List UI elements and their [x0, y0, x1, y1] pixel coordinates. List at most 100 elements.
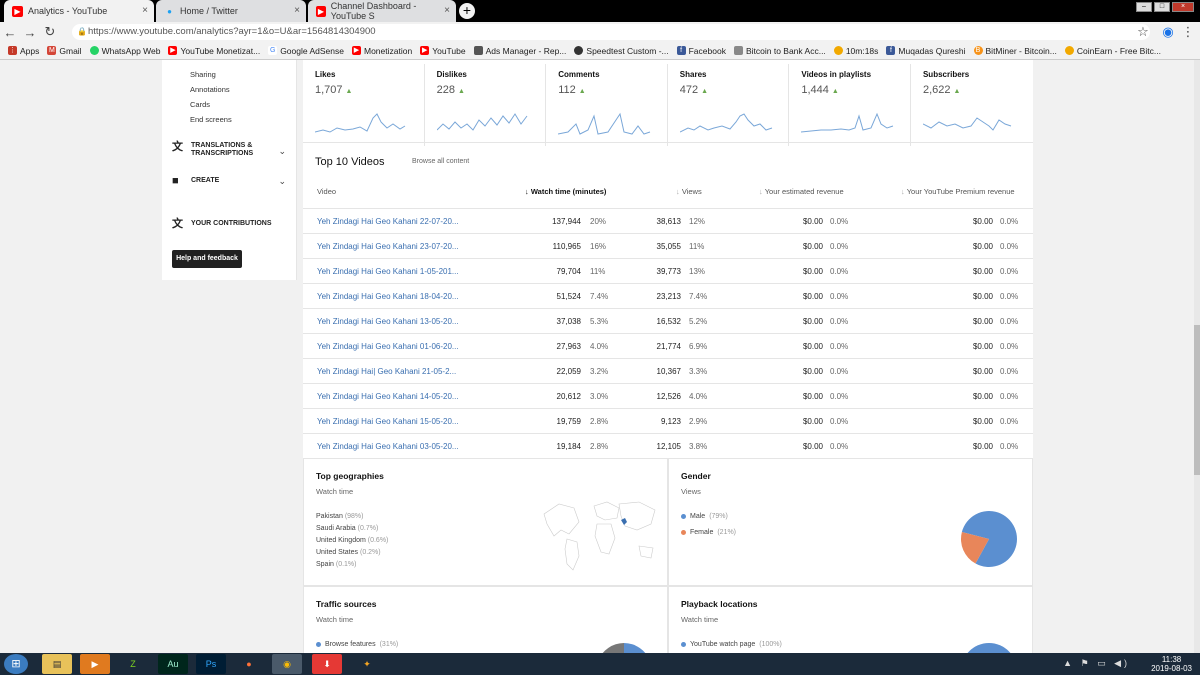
premium-revenue-value: $0.00 [972, 442, 993, 451]
bookmark-timer[interactable]: 10m:18s [833, 46, 878, 56]
geo-item: United States (0.2%) [316, 549, 381, 556]
browse-all-content-link[interactable]: Browse all content [412, 158, 469, 165]
file-explorer-icon[interactable]: ▤ [42, 654, 72, 674]
metric-dislikes[interactable]: Dislikes 228 ▲ [425, 64, 547, 146]
sidebar-item-cards[interactable]: Cards [190, 100, 210, 109]
clock[interactable]: 11:38 2019-08-03 [1151, 655, 1192, 673]
bookmark-gmail[interactable]: M Gmail [47, 46, 82, 56]
close-window-button[interactable]: × [1172, 2, 1194, 12]
bookmark-coinearn[interactable]: CoinEarn - Free Bitc... [1064, 46, 1161, 56]
bookmark-bitminer[interactable]: B BitMiner - Bitcoin... [973, 46, 1057, 56]
watch-time-percent: 16% [590, 242, 607, 251]
windows-start-button[interactable]: ⊞ [4, 654, 28, 674]
video-title-link[interactable]: Yeh Zindagi Hai Geo Kahani 23-07-20... [317, 242, 459, 251]
bookmark-bitcoin-bank[interactable]: Bitcoin to Bank Acc... [733, 46, 826, 56]
tab-twitter[interactable]: ● Home / Twitter × [156, 0, 306, 22]
close-icon[interactable]: × [444, 5, 450, 16]
column-premium-revenue[interactable]: ↓ Your YouTube Premium revenue [901, 187, 1015, 196]
new-tab-button[interactable]: + [459, 3, 475, 19]
reload-icon[interactable]: ↻ [40, 24, 60, 40]
tab-channel-dashboard[interactable]: ▶ Channel Dashboard - YouTube S × [308, 0, 456, 22]
tab-analytics[interactable]: ▶ Analytics - YouTube × [4, 0, 154, 22]
video-title-link[interactable]: Yeh Zindagi Hai Geo Kahani 13-05-20... [317, 317, 459, 326]
revenue-value: $0.00 [802, 442, 823, 451]
column-views[interactable]: ↓ Views [676, 187, 702, 196]
video-title-link[interactable]: Yeh Zindagi Hai Geo Kahani 14-05-20... [317, 392, 459, 401]
sidebar-item-contributions[interactable]: 文 YOUR CONTRIBUTIONS [172, 219, 272, 230]
bookmark-ads-manager[interactable]: Ads Manager - Rep... [473, 46, 566, 56]
table-row[interactable]: Yeh Zindagi Hai Geo Kahani 23-07-20... 11… [303, 233, 1033, 258]
table-row[interactable]: Yeh Zindagi Hai| Geo Kahani 21-05-2... 22… [303, 358, 1033, 383]
bookmark-apps[interactable]: ⋮ Apps [8, 46, 39, 56]
bookmark-adsense[interactable]: G Google AdSense [268, 46, 344, 56]
star-icon[interactable]: ☆ [1133, 24, 1153, 40]
video-title-link[interactable]: Yeh Zindagi Hai Geo Kahani 01-06-20... [317, 342, 459, 351]
photoshop-icon[interactable]: Ps [196, 654, 226, 674]
bookmark-youtube[interactable]: ▶ YouTube [420, 46, 466, 56]
revenue-value: $0.00 [802, 217, 823, 226]
table-row[interactable]: Yeh Zindagi Hai Geo Kahani 03-05-20... 19… [303, 433, 1033, 458]
sidebar-item-create[interactable]: ■ CREATE [172, 176, 219, 187]
close-icon[interactable]: × [294, 5, 300, 16]
table-row[interactable]: Yeh Zindagi Hai Geo Kahani 18-04-20... 51… [303, 283, 1033, 308]
back-icon[interactable]: ← [0, 25, 20, 40]
watch-time-percent: 2.8% [590, 442, 609, 451]
app-icon[interactable]: ✦ [352, 654, 382, 674]
sidebar-item-end-screens[interactable]: End screens [190, 115, 232, 124]
metric-subscribers[interactable]: Subscribers 2,622 ▲ [911, 64, 1033, 146]
metric-comments[interactable]: Comments 112 ▲ [546, 64, 668, 146]
sidebar-item-translations[interactable]: 文 TRANSLATIONS & TRANSCRIPTIONS [172, 142, 287, 158]
video-title-link[interactable]: Yeh Zindagi Hai Geo Kahani 22-07-20... [317, 217, 459, 226]
forward-icon[interactable]: → [20, 25, 40, 40]
bookmark-speedtest[interactable]: Speedtest Custom -... [574, 46, 669, 56]
column-video[interactable]: Video [317, 187, 336, 196]
table-row[interactable]: Yeh Zindagi Hai Geo Kahani 01-06-20... 27… [303, 333, 1033, 358]
close-icon[interactable]: × [142, 5, 148, 16]
bookmark-yt-monetization[interactable]: ▶ YouTube Monetizat... [168, 46, 260, 56]
metric-shares[interactable]: Shares 472 ▲ [668, 64, 790, 146]
menu-icon[interactable]: ⋮ [1178, 24, 1198, 40]
system-tray[interactable]: ▲ ⚑ ▭ ◀) [1063, 658, 1130, 669]
audition-icon[interactable]: Au [158, 654, 188, 674]
column-watch-time[interactable]: ↓ Watch time (minutes) [525, 187, 606, 196]
help-feedback-button[interactable]: Help and feedback [172, 250, 242, 268]
chevron-down-icon[interactable]: ⌄ [278, 176, 286, 187]
minimize-button[interactable]: – [1136, 2, 1152, 12]
chevron-down-icon[interactable]: ⌄ [278, 146, 286, 157]
video-title-link[interactable]: Yeh Zindagi Hai Geo Kahani 1-05-201... [317, 267, 459, 276]
sidebar-item-sharing[interactable]: Sharing [190, 70, 216, 79]
bookmark-facebook[interactable]: f Facebook [676, 46, 726, 56]
table-row[interactable]: Yeh Zindagi Hai Geo Kahani 22-07-20... 13… [303, 208, 1033, 233]
app-icon[interactable]: Z [118, 654, 148, 674]
bookmark-whatsapp[interactable]: WhatsApp Web [89, 46, 160, 56]
video-title-link[interactable]: Yeh Zindagi Hai Geo Kahani 18-04-20... [317, 292, 459, 301]
watch-time-value: 19,759 [556, 417, 581, 426]
bitcoin-icon: B [973, 46, 983, 55]
video-title-link[interactable]: Yeh Zindagi Hai Geo Kahani 15-05-20... [317, 417, 459, 426]
url-input[interactable]: 🔒 https://www.youtube.com/analytics?ayr=… [72, 24, 1150, 40]
chrome-icon[interactable]: ◉ [272, 654, 302, 674]
table-row[interactable]: Yeh Zindagi Hai Geo Kahani 15-05-20... 19… [303, 408, 1033, 433]
bookmark-muqadas[interactable]: f Muqadas Qureshi [886, 46, 966, 56]
column-revenue[interactable]: ↓ Your estimated revenue [759, 187, 844, 196]
downloader-icon[interactable]: ⬇ [312, 654, 342, 674]
extension-icon[interactable]: ◉ [1158, 24, 1178, 40]
page-scrollbar[interactable] [1194, 60, 1200, 653]
gender-pie-chart [961, 511, 1017, 567]
table-row[interactable]: Yeh Zindagi Hai Geo Kahani 13-05-20... 37… [303, 308, 1033, 333]
firefox-icon[interactable]: ● [234, 654, 264, 674]
scrollbar-thumb[interactable] [1194, 325, 1200, 475]
table-row[interactable]: Yeh Zindagi Hai Geo Kahani 14-05-20... 20… [303, 383, 1033, 408]
watch-time-percent: 5.3% [590, 317, 609, 326]
sidebar-item-annotations[interactable]: Annotations [190, 85, 230, 94]
media-player-icon[interactable]: ▶ [80, 654, 110, 674]
video-title-link[interactable]: Yeh Zindagi Hai Geo Kahani 03-05-20... [317, 442, 459, 451]
table-row[interactable]: Yeh Zindagi Hai Geo Kahani 1-05-201... 79… [303, 258, 1033, 283]
video-title-link[interactable]: Yeh Zindagi Hai| Geo Kahani 21-05-2... [317, 367, 456, 376]
metric-videos-in-playlists[interactable]: Videos in playlists 1,444 ▲ [789, 64, 911, 146]
metric-likes[interactable]: Likes 1,707 ▲ [303, 64, 425, 146]
maximize-button[interactable]: □ [1154, 2, 1170, 12]
bookmark-monetization[interactable]: ▶ Monetization [352, 46, 412, 56]
geographies-subtitle: Watch time [316, 487, 354, 496]
views-percent: 3.3% [689, 367, 708, 376]
